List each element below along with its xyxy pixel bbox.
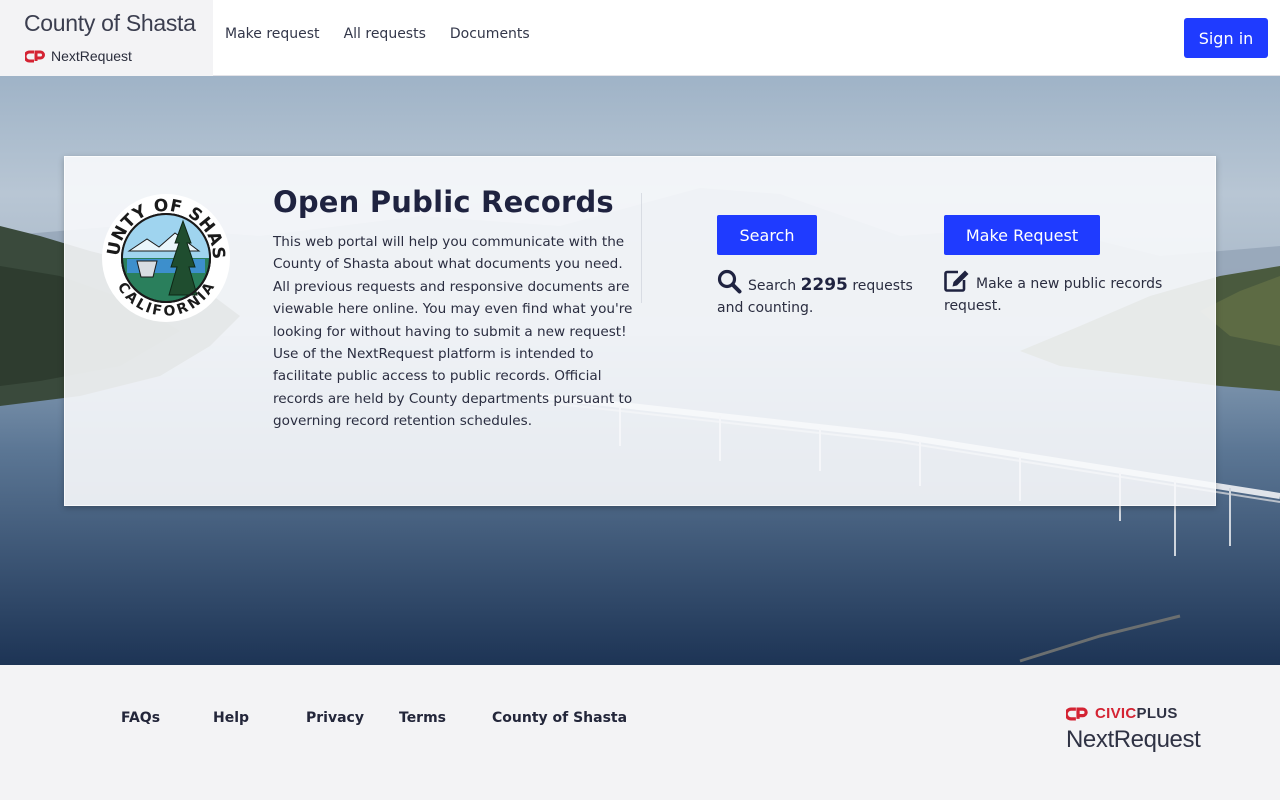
footer-link-privacy[interactable]: Privacy <box>306 710 364 726</box>
civicplus-text: CIVICPLUS <box>1095 705 1178 722</box>
footer-link-faqs[interactable]: FAQs <box>121 710 160 726</box>
make-desc-text: Make a new public records request. <box>944 276 1163 314</box>
page-title: Open Public Records <box>273 185 614 219</box>
main-nav: Make request All requests Documents <box>225 26 530 42</box>
plus-word: PLUS <box>1136 705 1178 722</box>
footer-link-county[interactable]: County of Shasta <box>492 710 627 726</box>
open-records-card: COUNTY OF SHASTA CALIFORNIA Open Public … <box>64 156 1216 506</box>
make-request-button[interactable]: Make Request <box>944 215 1100 255</box>
nav-documents[interactable]: Documents <box>450 26 530 42</box>
divider <box>641 193 642 303</box>
hero-section: COUNTY OF SHASTA CALIFORNIA Open Public … <box>0 76 1280 665</box>
search-button[interactable]: Search <box>717 215 817 255</box>
county-seal-logo: COUNTY OF SHASTA CALIFORNIA <box>99 191 230 322</box>
civicplus-product: NextRequest <box>1066 726 1201 753</box>
edit-icon <box>944 270 969 292</box>
intro-text: This web portal will help you communicat… <box>273 234 633 430</box>
brand-title[interactable]: County of Shasta <box>24 10 196 37</box>
site-header: County of Shasta NextRequest Make reques… <box>0 0 1280 76</box>
civic-word: CIVIC <box>1095 705 1137 722</box>
footer-link-help[interactable]: Help <box>213 710 249 726</box>
search-description: Search 2295 requests and counting. <box>717 269 917 319</box>
sign-in-button[interactable]: Sign in <box>1184 18 1268 58</box>
nextrequest-logo-icon <box>25 50 45 62</box>
brand[interactable]: County of Shasta NextRequest <box>0 0 213 76</box>
civicplus-logo[interactable]: CIVICPLUS NextRequest <box>1066 705 1201 754</box>
make-request-description: Make a new public records request. <box>944 269 1174 317</box>
nav-all-requests[interactable]: All requests <box>344 26 426 42</box>
civicplus-mark-icon <box>1066 707 1088 720</box>
search-desc-prefix: Search <box>748 278 797 294</box>
request-count: 2295 <box>800 275 848 295</box>
footer-link-terms[interactable]: Terms <box>399 710 446 726</box>
brand-sub-label: NextRequest <box>51 48 132 64</box>
nav-make-request[interactable]: Make request <box>225 26 320 42</box>
site-footer: FAQs Help Privacy Terms County of Shasta… <box>0 665 1280 800</box>
brand-sub: NextRequest <box>25 48 132 64</box>
civicplus-brand: CIVICPLUS <box>1066 705 1200 722</box>
search-icon <box>717 269 742 294</box>
